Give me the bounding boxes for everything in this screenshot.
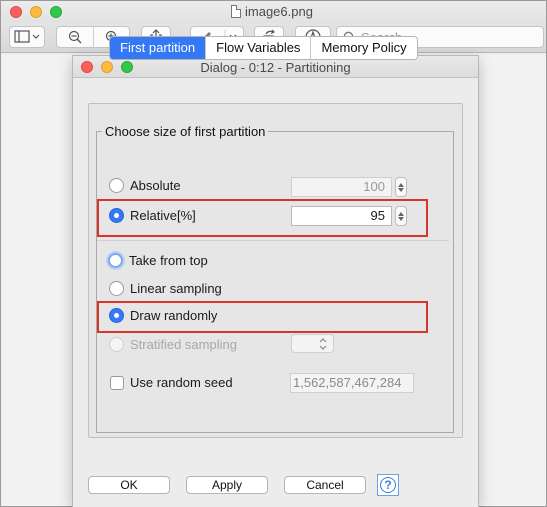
draw-randomly-highlight-box: [97, 301, 428, 333]
relative-highlight-box: [97, 199, 428, 237]
tab-flow-variables[interactable]: Flow Variables: [205, 37, 311, 59]
absolute-label: Absolute: [130, 178, 181, 193]
tab-first-partition[interactable]: First partition: [110, 37, 206, 59]
random-seed-field[interactable]: 1,562,587,467,284: [290, 373, 414, 393]
section-divider: [97, 240, 449, 241]
help-icon: ?: [380, 477, 396, 493]
stratified-column-select: [291, 334, 334, 353]
tab-memory-policy[interactable]: Memory Policy: [310, 37, 417, 59]
stratified-sampling-radio: [109, 337, 124, 352]
zoom-window-button[interactable]: [50, 6, 62, 18]
stepper-up-icon: [398, 182, 404, 187]
use-random-seed-label: Use random seed: [130, 375, 233, 390]
cancel-button[interactable]: Cancel: [284, 476, 366, 494]
absolute-option[interactable]: Absolute: [109, 178, 181, 193]
stratified-sampling-label: Stratified sampling: [130, 337, 237, 352]
group-title: Choose size of first partition: [102, 124, 269, 139]
use-random-seed-checkbox[interactable]: [110, 375, 124, 390]
sidebar-toggle-button[interactable]: [9, 26, 45, 48]
help-button[interactable]: ?: [377, 474, 399, 496]
take-from-top-label: Take from top: [129, 253, 208, 268]
linear-sampling-label: Linear sampling: [130, 281, 222, 296]
linear-sampling-option[interactable]: Linear sampling: [109, 281, 222, 296]
close-window-button[interactable]: [10, 6, 22, 18]
stratified-sampling-option: Stratified sampling: [109, 337, 237, 352]
stepper-down-icon: [398, 187, 404, 192]
document-icon: [231, 5, 241, 18]
window-title-text: image6.png: [245, 4, 313, 19]
ok-button[interactable]: OK: [88, 476, 170, 494]
window-titlebar: image6.png: [1, 1, 546, 23]
absolute-radio[interactable]: [109, 178, 124, 193]
zoom-out-button[interactable]: [57, 27, 93, 47]
absolute-count-field[interactable]: 100: [291, 177, 392, 197]
take-from-top-radio[interactable]: [108, 253, 123, 268]
apply-button[interactable]: Apply: [186, 476, 268, 494]
absolute-count-stepper[interactable]: [395, 177, 407, 197]
tab-bar: First partition Flow Variables Memory Po…: [109, 36, 418, 60]
use-random-seed-option[interactable]: Use random seed: [110, 375, 233, 390]
take-from-top-option[interactable]: Take from top: [108, 253, 208, 268]
linear-sampling-radio[interactable]: [109, 281, 124, 296]
dialog-title: Dialog - 0:12 - Partitioning: [200, 60, 351, 75]
zoom-out-icon: [68, 30, 82, 44]
window-title: image6.png: [231, 4, 313, 19]
chevron-updown-icon: [319, 337, 327, 350]
sidebar-icon: [14, 30, 40, 43]
minimize-window-button[interactable]: [30, 6, 42, 18]
